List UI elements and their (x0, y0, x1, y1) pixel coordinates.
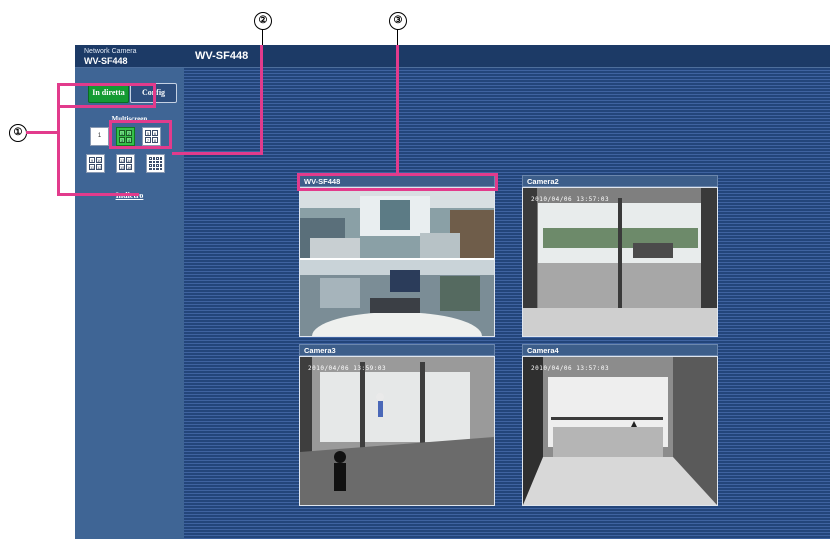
panorama-image (300, 188, 494, 336)
callout-2: ② (254, 12, 272, 30)
highlight-multiscreen-box (109, 120, 172, 149)
multiscreen-cell: 3 (156, 157, 159, 160)
multiscreen-cell: 7 (156, 160, 159, 163)
callout-2-leader-horizontal (172, 152, 263, 155)
multiscreen-quad-13-16-button[interactable]: 13 14 15 16 (116, 154, 135, 173)
multiscreen-cell: 11 (89, 164, 95, 170)
callout-3-leader-vertical (396, 45, 399, 173)
multiscreen-cell: 8 (159, 160, 162, 163)
callout-3: ③ (389, 12, 407, 30)
callout-2-leader (262, 29, 263, 45)
multiscreen-cell: 15 (119, 164, 125, 170)
brand-subtitle: Network Camera (84, 48, 137, 55)
camera-timestamp: 2010/04/06 13:59:03 (308, 365, 387, 372)
multiscreen-cell: 11 (156, 164, 159, 167)
camera-title: Camera3 (299, 344, 495, 356)
camera-image (523, 357, 717, 505)
multiscreen-cell: 15 (156, 167, 159, 170)
camera-view[interactable]: 2010/04/06 13:57:03 (522, 187, 718, 337)
multiscreen-quad-9-12-button[interactable]: 9 10 11 12 (86, 154, 105, 173)
app-header: Network Camera WV-SF448 WV-SF448 (75, 45, 830, 68)
brand-model: WV-SF448 (84, 56, 128, 66)
camera-title: Camera2 (522, 175, 718, 187)
multiscreen-single-button[interactable]: 1 (90, 127, 109, 146)
multiscreen-cell: 16 (159, 167, 162, 170)
callout-1: ① (9, 124, 27, 142)
callout-1-leader (26, 131, 57, 134)
callout-2-leader-vertical (260, 45, 263, 155)
live-view-area: WV-SF448 Camera2 2010/04/06 13:57:03 Cam… (184, 68, 830, 539)
multiscreen-cell: 9 (89, 157, 95, 163)
camera-panel: WV-SF448 (299, 175, 495, 337)
multiscreen-cell: 12 (159, 164, 162, 167)
page-title: WV-SF448 (195, 50, 249, 62)
multiscreen-sixteen-button[interactable]: 12345678910111213141516 (146, 154, 165, 173)
multiscreen-cell: 10 (152, 164, 155, 167)
multiscreen-cell: 1 (149, 157, 152, 160)
multiscreen-cell: 16 (126, 164, 132, 170)
multiscreen-cell: 9 (149, 164, 152, 167)
multiscreen-sixteen-grid: 12345678910111213141516 (149, 157, 162, 170)
highlight-1-left-bar (57, 83, 60, 196)
multiscreen-cell: 2 (152, 157, 155, 160)
highlight-1-bottom-bar (57, 193, 139, 196)
callout-3-leader (397, 29, 398, 45)
multiscreen-cell: 14 (152, 167, 155, 170)
camera-image (523, 188, 717, 336)
camera-panel: Camera2 2010/04/06 13:57:03 (522, 175, 718, 337)
highlight-tabs-box (57, 83, 156, 108)
camera-panel: Camera4 2010/04/06 13:57:03 (522, 344, 718, 506)
multiscreen-cell: 14 (126, 157, 132, 163)
multiscreen-cell: 4 (159, 157, 162, 160)
camera-app: Network Camera WV-SF448 WV-SF448 In dire… (75, 45, 830, 539)
camera-panel: Camera3 2010/04/06 13:59:03 (299, 344, 495, 506)
camera-view[interactable]: 2010/04/06 13:57:03 (522, 356, 718, 506)
multiscreen-cell: 1 (97, 133, 102, 139)
camera-title: Camera4 (522, 344, 718, 356)
camera-view[interactable] (299, 187, 495, 337)
camera-timestamp: 2010/04/06 13:57:03 (531, 196, 610, 203)
camera-image (300, 357, 494, 505)
camera-view[interactable]: 2010/04/06 13:59:03 (299, 356, 495, 506)
multiscreen-cell: 13 (119, 157, 125, 163)
multiscreen-cell: 6 (152, 160, 155, 163)
multiscreen-cell: 12 (96, 164, 102, 170)
multiscreen-cell: 13 (149, 167, 152, 170)
multiscreen-cell: 5 (149, 160, 152, 163)
camera-timestamp: 2010/04/06 13:57:03 (531, 365, 610, 372)
multiscreen-cell: 10 (96, 157, 102, 163)
highlight-camera-title (297, 173, 498, 191)
